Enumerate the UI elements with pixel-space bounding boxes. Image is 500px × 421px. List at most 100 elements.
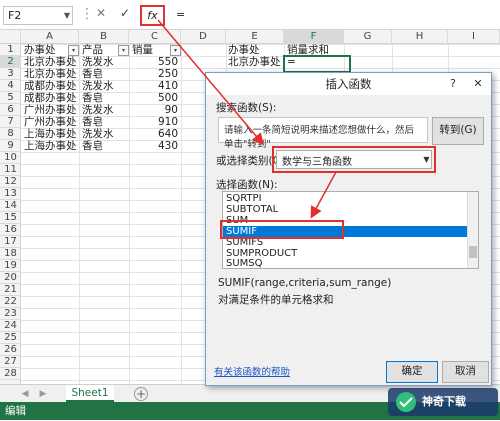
row-header[interactable]: 14	[0, 200, 21, 212]
drag-handle[interactable]: ⋮	[80, 5, 94, 24]
add-sheet-button[interactable]: +	[134, 387, 148, 401]
active-cell-f2[interactable]: =	[283, 55, 351, 73]
column-header-d[interactable]: D	[181, 30, 226, 44]
formula-bar: F2 ▼ ⋮ ✕ ✓ fx =	[0, 0, 500, 30]
function-description: 对满足条件的单元格求和	[218, 294, 334, 306]
watermark-text: 神奇下载	[422, 395, 466, 408]
table-cell[interactable]: 550	[132, 56, 178, 68]
row-header[interactable]: 7	[0, 116, 21, 128]
column-header-i[interactable]: I	[448, 30, 500, 44]
table-cell[interactable]: 640	[132, 128, 178, 140]
row-header[interactable]: 23	[0, 308, 21, 320]
table-cell[interactable]: 香皂	[82, 68, 128, 80]
row-header[interactable]: 8	[0, 128, 21, 140]
table-cell[interactable]: 上海办事处	[24, 140, 78, 152]
insert-function-button[interactable]: fx	[140, 5, 165, 26]
watermark-logo: 神奇下载	[388, 384, 498, 418]
search-label: 搜索函数(S):	[216, 102, 277, 114]
ok-button[interactable]: 确定	[386, 361, 438, 383]
row-header[interactable]: 19	[0, 260, 21, 272]
row-header[interactable]: 1	[0, 44, 21, 56]
column-header-g[interactable]: G	[344, 30, 392, 44]
functions-label: 选择函数(N):	[216, 179, 278, 191]
list-item[interactable]: SUMSQ	[223, 258, 467, 268]
table-cell[interactable]: 香皂	[82, 116, 128, 128]
row-header[interactable]: 20	[0, 272, 21, 284]
column-header-a[interactable]: A	[21, 30, 79, 44]
row-header[interactable]: 21	[0, 284, 21, 296]
row-headers: 1 2 3 4 5 6 7 8 9 10 11 12 13 14 15 16 1…	[0, 44, 21, 384]
table-cell[interactable]: 430	[132, 140, 178, 152]
annotation-box	[272, 146, 436, 173]
formula-input[interactable]: =	[170, 6, 495, 25]
row-header[interactable]: 15	[0, 212, 21, 224]
table-cell[interactable]: 250	[132, 68, 178, 80]
row-header[interactable]: 22	[0, 296, 21, 308]
column-header-f[interactable]: F	[284, 30, 344, 44]
row-header[interactable]: 9	[0, 140, 21, 152]
function-help-link[interactable]: 有关该函数的帮助	[214, 364, 290, 378]
scrollbar-thumb[interactable]	[469, 246, 477, 258]
row-header[interactable]: 16	[0, 224, 21, 236]
row-header[interactable]: 18	[0, 248, 21, 260]
table-cell[interactable]: 410	[132, 80, 178, 92]
column-header-c[interactable]: C	[129, 30, 181, 44]
table-cell[interactable]: 上海办事处	[24, 128, 78, 140]
table-cell[interactable]: 910	[132, 116, 178, 128]
row-header[interactable]: 10	[0, 152, 21, 164]
row-header[interactable]: 25	[0, 332, 21, 344]
row-header[interactable]: 28	[0, 368, 21, 380]
row-header[interactable]: 13	[0, 188, 21, 200]
table-cell[interactable]: 90	[132, 104, 178, 116]
column-header-b[interactable]: B	[79, 30, 129, 44]
enter-icon[interactable]: ✓	[120, 6, 130, 20]
select-all-corner[interactable]	[0, 30, 21, 44]
row-header[interactable]: 26	[0, 344, 21, 356]
filter-dropdown-icon[interactable]: ▾	[68, 45, 79, 56]
table-cell[interactable]: 北京办事处	[24, 56, 78, 68]
column-header-h[interactable]: H	[392, 30, 448, 44]
summary-cell-e2[interactable]: 北京办事处	[228, 56, 284, 68]
row-header[interactable]: 27	[0, 356, 21, 368]
table-cell[interactable]: 成都办事处	[24, 80, 78, 92]
row-header[interactable]: 11	[0, 164, 21, 176]
row-header[interactable]: 3	[0, 68, 21, 80]
table-cell[interactable]: 洗发水	[82, 56, 128, 68]
table-cell[interactable]: 香皂	[82, 140, 128, 152]
table-cell[interactable]: 广州办事处	[24, 104, 78, 116]
goto-button[interactable]: 转到(G)	[432, 117, 484, 145]
search-function-input[interactable]: 请输入一条简短说明来描述您想做什么，然后单击"转到"	[218, 117, 428, 150]
table-cell[interactable]: 洗发水	[82, 104, 128, 116]
filter-dropdown-icon[interactable]: ▾	[118, 45, 129, 56]
chevron-down-icon[interactable]: ▼	[61, 6, 73, 25]
table-cell[interactable]: 成都办事处	[24, 92, 78, 104]
row-header[interactable]: 5	[0, 92, 21, 104]
table-cell[interactable]: 洗发水	[82, 128, 128, 140]
table-cell[interactable]: 洗发水	[82, 80, 128, 92]
table-cell[interactable]: 500	[132, 92, 178, 104]
list-item[interactable]: SQRTPI	[223, 193, 467, 204]
next-sheet-icon[interactable]: ▶	[36, 387, 50, 401]
annotation-box	[220, 220, 344, 239]
row-header[interactable]: 4	[0, 80, 21, 92]
function-signature: SUMIF(range,criteria,sum_range)	[218, 277, 392, 289]
cancel-icon[interactable]: ✕	[96, 6, 106, 20]
table-cell[interactable]: 北京办事处	[24, 68, 78, 80]
table-cell[interactable]: 香皂	[82, 92, 128, 104]
summary-header-office[interactable]: 办事处	[228, 44, 282, 56]
sheet-tab-sheet1[interactable]: Sheet1	[66, 385, 114, 402]
row-header[interactable]: 6	[0, 104, 21, 116]
column-header-e[interactable]: E	[226, 30, 284, 44]
insert-function-dialog: 插入函数 ? ✕ 搜索函数(S): 请输入一条简短说明来描述您想做什么，然后单击…	[205, 72, 492, 386]
row-header[interactable]: 24	[0, 320, 21, 332]
table-cell[interactable]: 广州办事处	[24, 116, 78, 128]
cancel-button[interactable]: 取消	[442, 361, 489, 383]
filter-dropdown-icon[interactable]: ▾	[170, 45, 181, 56]
list-item[interactable]: SUBTOTAL	[223, 204, 467, 215]
prev-sheet-icon[interactable]: ◀	[18, 387, 32, 401]
help-icon[interactable]: ?	[445, 76, 461, 92]
close-icon[interactable]: ✕	[465, 73, 491, 95]
row-header[interactable]: 17	[0, 236, 21, 248]
row-header[interactable]: 12	[0, 176, 21, 188]
row-header[interactable]: 2	[0, 56, 21, 68]
